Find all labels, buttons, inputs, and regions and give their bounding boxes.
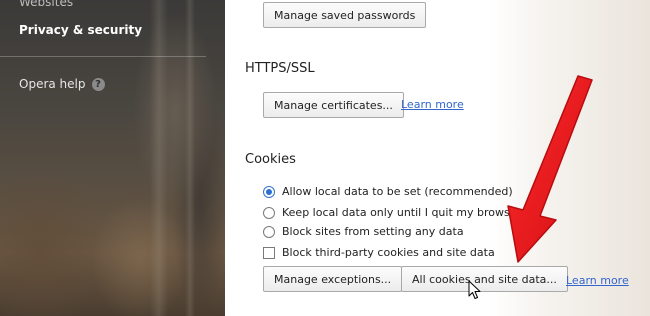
annotation-arrow-shape — [507, 75, 593, 263]
annotation-arrow-icon — [507, 75, 593, 263]
mouse-pointer-icon — [468, 280, 481, 299]
